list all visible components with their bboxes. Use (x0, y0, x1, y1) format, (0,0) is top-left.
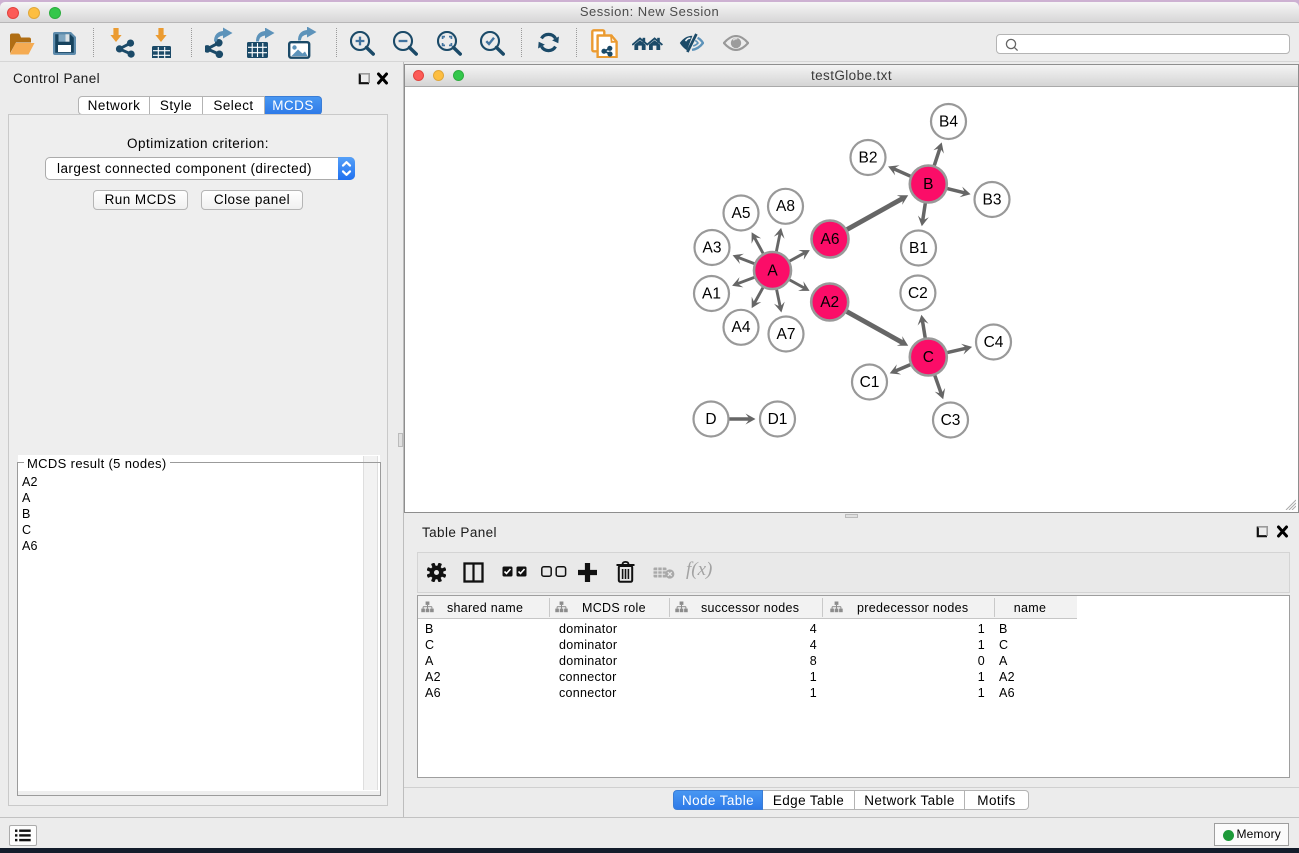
svg-text:B3: B3 (983, 191, 1002, 208)
svg-text:A1: A1 (702, 285, 721, 302)
svg-text:C1: C1 (860, 374, 880, 391)
svg-text:A: A (767, 262, 778, 279)
svg-text:D: D (705, 411, 716, 428)
svg-text:A8: A8 (776, 198, 795, 215)
svg-text:C: C (923, 349, 934, 366)
svg-text:B1: B1 (909, 240, 928, 257)
svg-text:C3: C3 (941, 412, 961, 429)
svg-text:A2: A2 (820, 294, 839, 311)
svg-text:C2: C2 (908, 285, 928, 302)
svg-text:A7: A7 (777, 326, 796, 343)
svg-text:C4: C4 (984, 334, 1004, 351)
svg-text:B4: B4 (939, 113, 958, 130)
svg-text:D1: D1 (768, 411, 788, 428)
svg-text:A4: A4 (732, 319, 751, 336)
svg-text:B2: B2 (859, 149, 878, 166)
svg-text:A3: A3 (703, 239, 722, 256)
svg-text:A5: A5 (732, 205, 751, 222)
svg-text:A6: A6 (821, 231, 840, 248)
svg-text:B: B (923, 176, 933, 193)
